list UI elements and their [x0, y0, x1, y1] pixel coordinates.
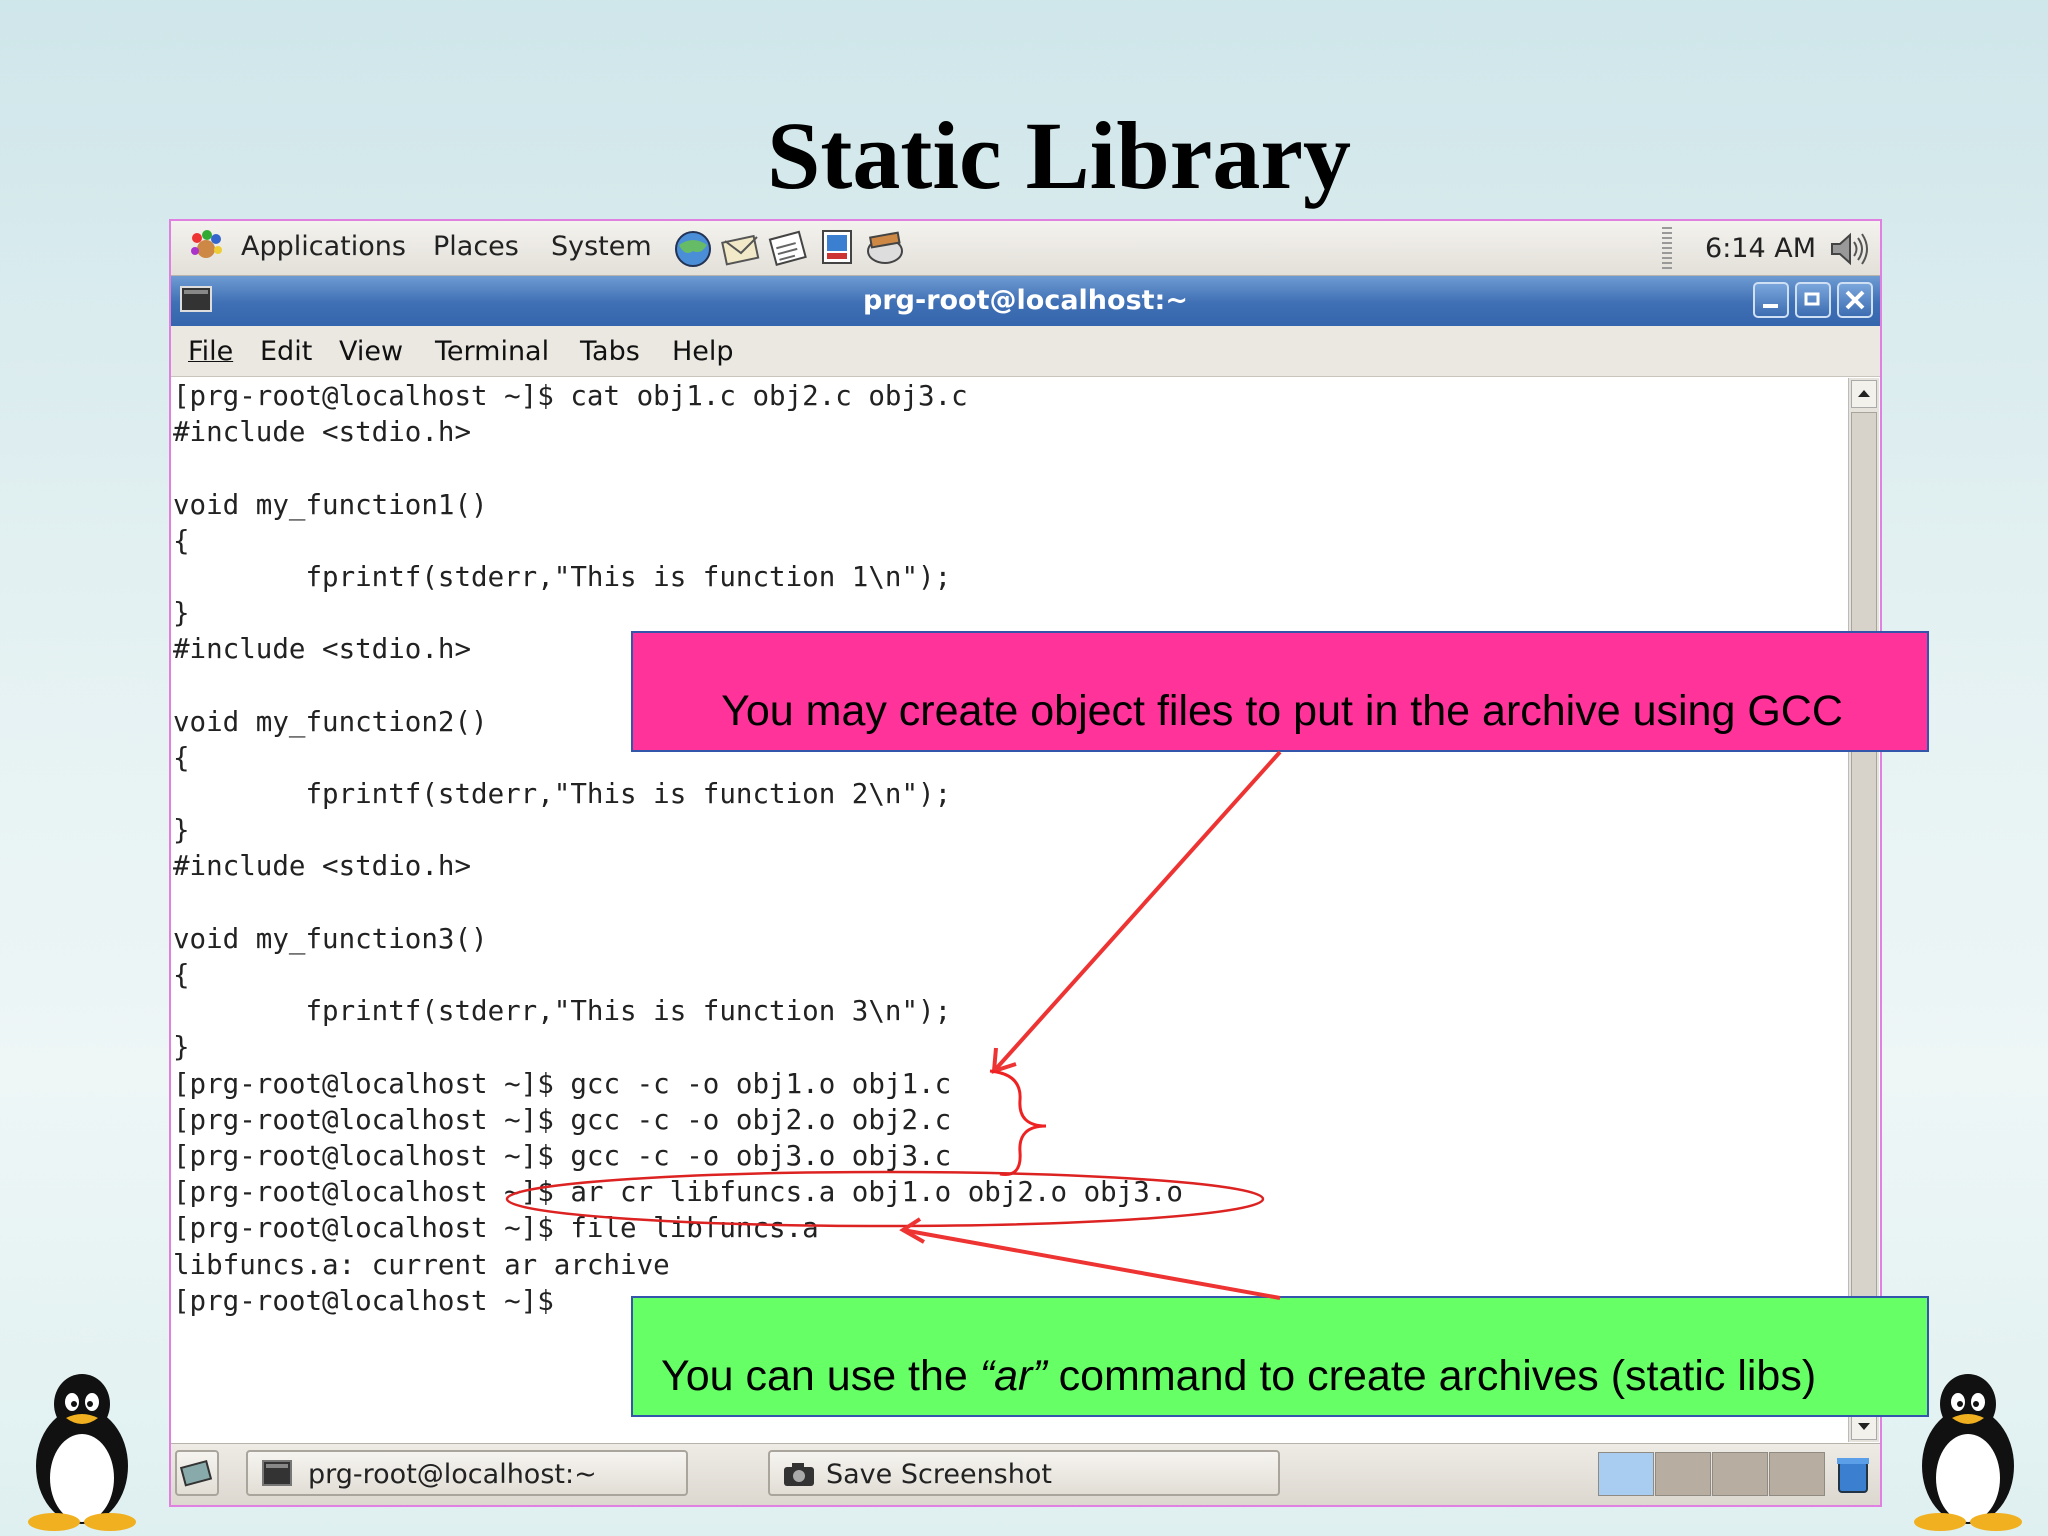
- maximize-icon: [1804, 292, 1820, 306]
- terminal-line: {: [173, 524, 190, 557]
- show-desktop-button[interactable]: [175, 1450, 219, 1496]
- terminal-line: #include <stdio.h>: [173, 416, 472, 449]
- terminal-line: void my_function3(): [173, 922, 488, 955]
- menu-applications[interactable]: Applications: [241, 231, 406, 262]
- terminal-line: fprintf(stderr,"This is function 3\n");: [173, 995, 952, 1028]
- terminal-line: {: [173, 959, 190, 991]
- window-title: prg-root@localhost:~: [863, 285, 1188, 316]
- text-editor-icon[interactable]: [767, 227, 811, 269]
- gnome-foot-icon[interactable]: [187, 229, 225, 267]
- terminal-menubar: File Edit View Terminal Tabs Help: [171, 326, 1880, 377]
- terminal-line: libfuncs.a: current ar archive: [173, 1248, 670, 1281]
- workspace-4[interactable]: [1769, 1452, 1825, 1496]
- menu-help[interactable]: Help: [672, 336, 734, 367]
- window-titlebar[interactable]: prg-root@localhost:~: [171, 276, 1880, 326]
- terminal-line: [prg-root@localhost ~]$ cat obj1.c obj2.…: [173, 380, 968, 412]
- menu-view[interactable]: View: [339, 336, 403, 367]
- terminal-line: #include <stdio.h>: [173, 850, 472, 883]
- show-desktop-icon: [179, 1459, 213, 1487]
- terminal-line: fprintf(stderr,"This is function 1\n");: [173, 560, 952, 593]
- trash-icon[interactable]: [1835, 1456, 1871, 1494]
- camera-icon: [784, 1463, 814, 1486]
- mail-client-icon[interactable]: [719, 227, 763, 269]
- panel-separator: [1662, 227, 1672, 269]
- volume-icon[interactable]: [1826, 229, 1870, 269]
- tux-penguin-right: [1914, 1374, 2022, 1531]
- menu-places[interactable]: Places: [433, 231, 519, 262]
- minimize-button[interactable]: [1753, 282, 1789, 318]
- workspace-2[interactable]: [1655, 1452, 1711, 1496]
- menu-file[interactable]: File: [188, 336, 233, 367]
- terminal-line: [prg-root@localhost ~]$ gcc -c -o obj2.o…: [173, 1103, 952, 1136]
- task-terminal[interactable]: prg-root@localhost:~: [246, 1450, 688, 1496]
- close-icon: [1845, 290, 1865, 310]
- panel-clock[interactable]: 6:14 AM: [1705, 233, 1816, 264]
- callout-ar-prefix: You can use the: [661, 1352, 980, 1400]
- terminal-line: [prg-root@localhost ~]$ gcc -c -o obj1.o…: [173, 1067, 952, 1100]
- scrollbar-thumb[interactable]: [1851, 412, 1877, 1404]
- vertical-scrollbar[interactable]: [1848, 378, 1879, 1442]
- maximize-button[interactable]: [1795, 282, 1831, 318]
- terminal-line: [prg-root@localhost ~]$ ar cr libfuncs.a…: [173, 1176, 1183, 1209]
- workspace-3[interactable]: [1712, 1452, 1768, 1496]
- bottom-taskbar: prg-root@localhost:~ Save Screenshot: [171, 1443, 1880, 1505]
- terminal-line: void my_function1(): [173, 488, 488, 521]
- terminal-line: }: [173, 814, 190, 847]
- terminal-line: fprintf(stderr,"This is function 2\n");: [173, 778, 952, 811]
- callout-ar-suffix: command to create archives (static libs): [1046, 1352, 1817, 1400]
- terminal-task-icon: [262, 1460, 292, 1486]
- arrow-up-icon: [1858, 390, 1870, 397]
- callout-gcc-text: You may create object files to put in th…: [721, 687, 1843, 735]
- terminal-line: }: [173, 597, 190, 630]
- callout-ar-command: “ar”: [979, 1352, 1047, 1400]
- callout-gcc: You may create object files to put in th…: [631, 631, 1929, 752]
- task-save-screenshot-label: Save Screenshot: [826, 1459, 1052, 1490]
- terminal-line: }: [173, 1031, 190, 1064]
- task-save-screenshot[interactable]: Save Screenshot: [768, 1450, 1280, 1496]
- terminal-line: [prg-root@localhost ~]$ gcc -c -o obj3.o…: [173, 1139, 952, 1172]
- close-button[interactable]: [1837, 282, 1873, 318]
- scroll-up-button[interactable]: [1851, 380, 1877, 408]
- minimize-icon: [1763, 304, 1778, 308]
- workspace-1[interactable]: [1598, 1452, 1654, 1496]
- tux-penguin-left: [28, 1374, 136, 1531]
- callout-ar: You can use the “ar” command to create a…: [631, 1296, 1929, 1417]
- web-browser-icon[interactable]: [671, 227, 715, 269]
- terminal-output[interactable]: [prg-root@localhost ~]$ cat obj1.c obj2.…: [173, 378, 1841, 1441]
- terminal-line: [prg-root@localhost ~]$ file libfuncs.a: [173, 1212, 819, 1245]
- screenshot-tool-icon[interactable]: [863, 227, 907, 269]
- slide-title: Static Library: [767, 102, 1351, 209]
- task-terminal-label: prg-root@localhost:~: [308, 1459, 597, 1490]
- menu-edit[interactable]: Edit: [260, 336, 312, 367]
- menu-system[interactable]: System: [551, 231, 652, 262]
- menu-terminal[interactable]: Terminal: [435, 336, 549, 367]
- menu-tabs[interactable]: Tabs: [580, 336, 640, 367]
- top-panel: Applications Places System 6:14 AM: [171, 221, 1880, 276]
- callout-ar-text: You can use the “ar” command to create a…: [661, 1352, 1816, 1401]
- presentation-icon[interactable]: [815, 227, 859, 269]
